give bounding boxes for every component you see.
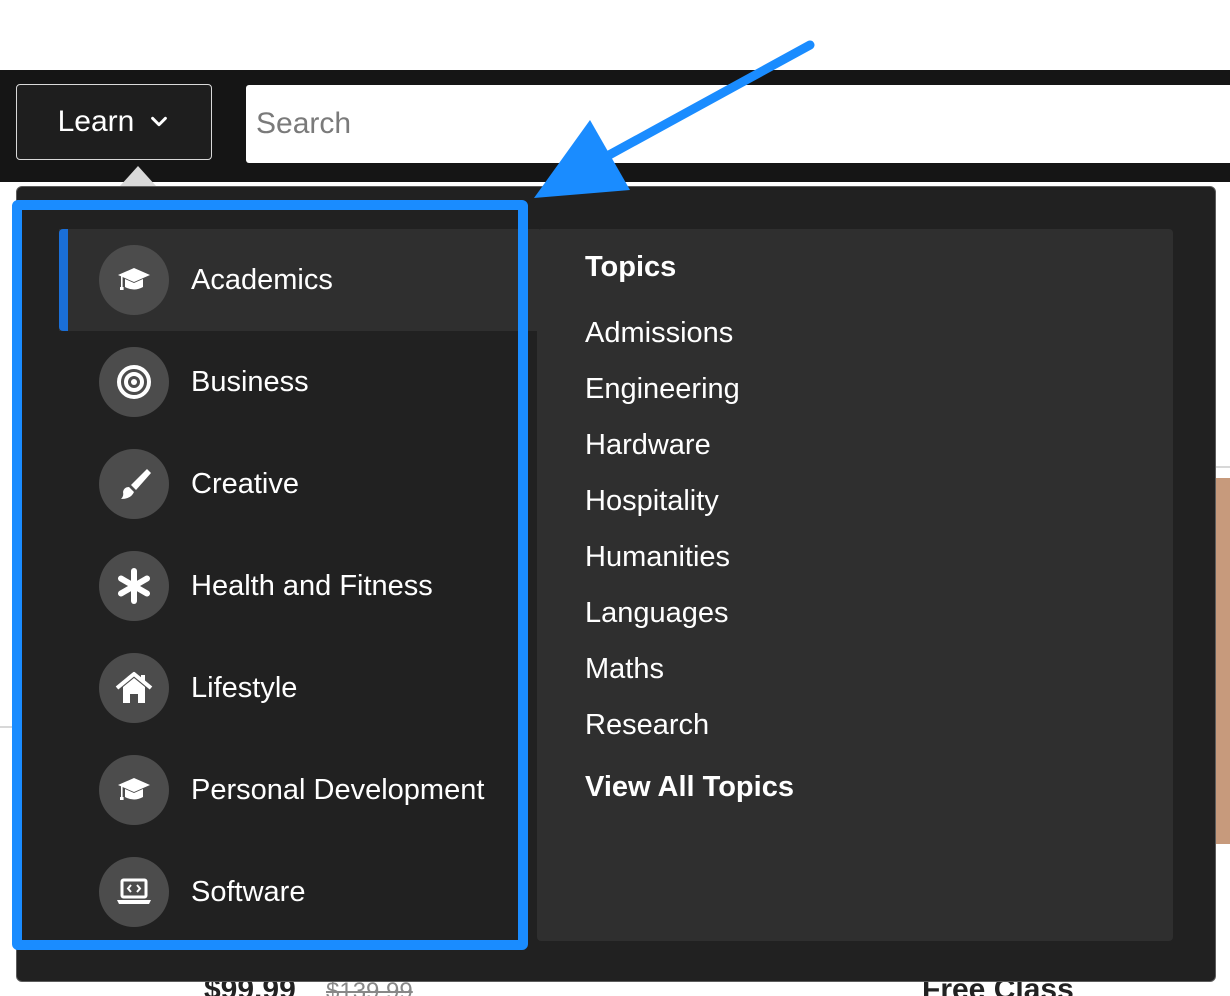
home-icon xyxy=(99,653,169,723)
topic-link[interactable]: Admissions xyxy=(585,311,740,367)
category-personal-development[interactable]: Personal Development xyxy=(59,739,539,841)
topic-link[interactable]: Research xyxy=(585,703,740,759)
laptop-code-icon xyxy=(99,857,169,927)
category-label: Business xyxy=(191,365,309,398)
view-all-topics-link[interactable]: View All Topics xyxy=(585,771,794,804)
topic-link[interactable]: Hardware xyxy=(585,423,740,479)
learn-dropdown-menu: Topics Admissions Engineering Hardware H… xyxy=(16,186,1216,982)
category-list: Academics Business Creative Health and F… xyxy=(59,229,539,943)
old-price-fragment: $139.99 xyxy=(326,982,413,996)
free-class-fragment: Free Class xyxy=(922,980,1074,996)
target-icon xyxy=(99,347,169,417)
graduation-cap-icon xyxy=(99,245,169,315)
category-academics[interactable]: Academics xyxy=(59,229,539,331)
category-creative[interactable]: Creative xyxy=(59,433,539,535)
category-health-and-fitness[interactable]: Health and Fitness xyxy=(59,535,539,637)
topic-link[interactable]: Hospitality xyxy=(585,479,740,535)
category-label: Personal Development xyxy=(191,773,485,806)
category-software[interactable]: Software xyxy=(59,841,539,943)
topics-panel: Topics Admissions Engineering Hardware H… xyxy=(537,229,1173,941)
category-label: Creative xyxy=(191,467,299,500)
topic-link[interactable]: Humanities xyxy=(585,535,740,591)
dropdown-caret xyxy=(120,166,156,186)
category-label: Academics xyxy=(191,263,333,296)
category-business[interactable]: Business xyxy=(59,331,539,433)
topic-link[interactable]: Engineering xyxy=(585,367,740,423)
topic-link[interactable]: Maths xyxy=(585,647,740,703)
graduation-cap-icon xyxy=(99,755,169,825)
search-input[interactable] xyxy=(246,85,1230,163)
divider xyxy=(1216,466,1230,468)
asterisk-icon xyxy=(99,551,169,621)
category-label: Software xyxy=(191,875,306,908)
topic-list: Admissions Engineering Hardware Hospital… xyxy=(585,311,740,759)
topic-link[interactable]: Languages xyxy=(585,591,740,647)
learn-menu-button[interactable]: Learn xyxy=(16,84,212,160)
category-label: Health and Fitness xyxy=(191,569,433,602)
price-fragment: $99.99 xyxy=(204,980,296,996)
learn-label: Learn xyxy=(57,105,135,138)
paintbrush-icon xyxy=(99,449,169,519)
category-label: Lifestyle xyxy=(191,671,298,704)
category-lifestyle[interactable]: Lifestyle xyxy=(59,637,539,739)
chevron-down-icon xyxy=(151,116,168,127)
topics-heading: Topics xyxy=(585,251,677,283)
instructor-photo xyxy=(1216,478,1230,844)
divider xyxy=(0,726,14,728)
